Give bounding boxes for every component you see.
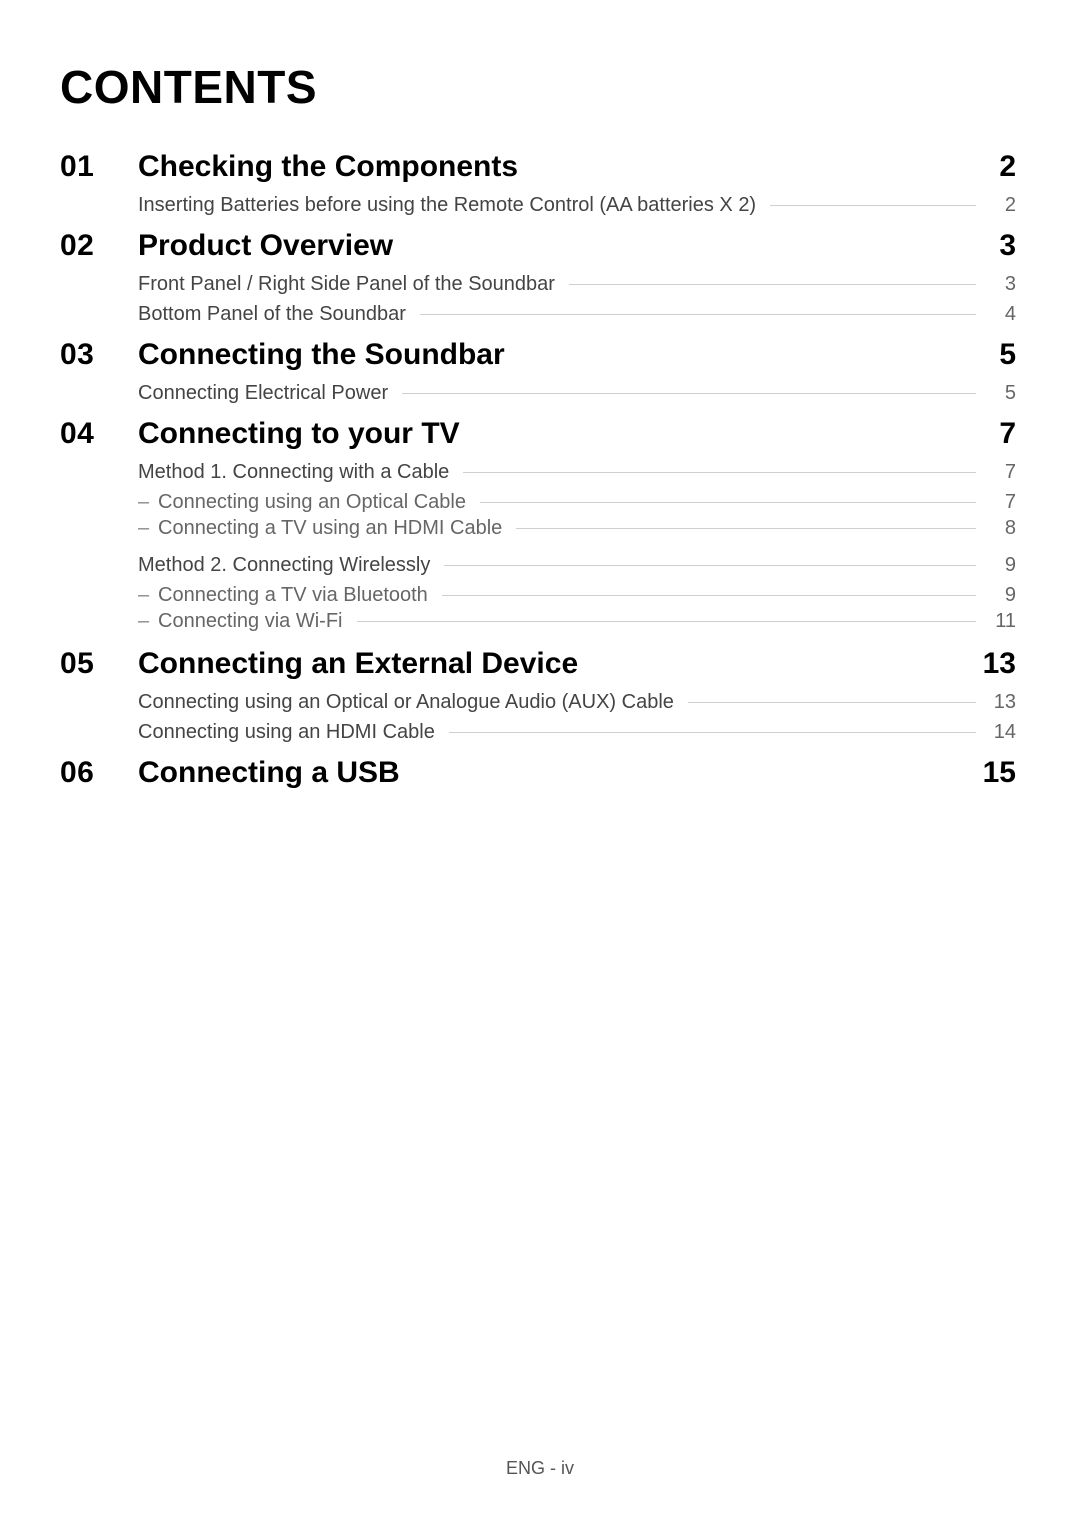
leader-line [442, 595, 976, 596]
toc-section-head[interactable]: 02 Product Overview 3 [60, 229, 1016, 263]
toc-sub-row[interactable]: Connecting Electrical Power 5 [138, 382, 1016, 405]
toc-sub-page: 2 [990, 194, 1016, 217]
toc-sub-row[interactable]: Connecting using an Optical or Analogue … [138, 691, 1016, 714]
leader-line [688, 702, 976, 703]
section-title: Connecting the Soundbar [138, 338, 948, 372]
section-number: 01 [60, 150, 110, 184]
toc-subsub-label: –Connecting a TV via Bluetooth [138, 584, 428, 607]
leader-line [463, 472, 976, 473]
dash-icon: – [138, 610, 158, 633]
toc-section: 06 Connecting a USB 15 [60, 756, 1016, 790]
leader-line [402, 393, 976, 394]
toc-subsub-page: 9 [990, 584, 1016, 607]
toc-subsub-label: –Connecting via Wi-Fi [138, 610, 343, 633]
section-page: 7 [976, 417, 1016, 451]
toc-subsub-row[interactable]: –Connecting via Wi-Fi 11 [138, 610, 1016, 633]
toc-sub-page: 7 [990, 461, 1016, 484]
toc-section: 05 Connecting an External Device 13 Conn… [60, 647, 1016, 744]
toc-sub-label: Bottom Panel of the Soundbar [138, 303, 406, 326]
toc-sub-label: Inserting Batteries before using the Rem… [138, 194, 756, 217]
section-page: 2 [976, 150, 1016, 184]
toc-section: 02 Product Overview 3 Front Panel / Righ… [60, 229, 1016, 326]
toc-sub-row[interactable]: Bottom Panel of the Soundbar 4 [138, 303, 1016, 326]
section-title: Checking the Components [138, 150, 948, 184]
dash-icon: – [138, 584, 158, 607]
page-title: CONTENTS [60, 60, 1016, 114]
leader-line [449, 732, 976, 733]
leader-line [444, 565, 976, 566]
toc-sub-row[interactable]: Front Panel / Right Side Panel of the So… [138, 273, 1016, 296]
toc-section: 04 Connecting to your TV 7 Method 1. Con… [60, 417, 1016, 633]
toc-section-head[interactable]: 01 Checking the Components 2 [60, 150, 1016, 184]
dash-icon: – [138, 491, 158, 514]
toc-subsub-row[interactable]: –Connecting a TV via Bluetooth 9 [138, 584, 1016, 607]
toc-section: 01 Checking the Components 2 Inserting B… [60, 150, 1016, 217]
toc-sub-label: Method 1. Connecting with a Cable [138, 461, 449, 484]
section-number: 03 [60, 338, 110, 372]
toc-section-head[interactable]: 03 Connecting the Soundbar 5 [60, 338, 1016, 372]
section-title: Connecting an External Device [138, 647, 948, 681]
section-title: Product Overview [138, 229, 948, 263]
toc-sub-page: 5 [990, 382, 1016, 405]
page-footer: ENG - iv [0, 1458, 1080, 1479]
toc-sub-row[interactable]: Inserting Batteries before using the Rem… [138, 194, 1016, 217]
section-number: 04 [60, 417, 110, 451]
section-page: 5 [976, 338, 1016, 372]
leader-line [569, 284, 976, 285]
toc-section-head[interactable]: 05 Connecting an External Device 13 [60, 647, 1016, 681]
toc-sub-label: Connecting Electrical Power [138, 382, 388, 405]
toc-subsub-page: 11 [990, 610, 1016, 633]
toc-subsub-row[interactable]: –Connecting a TV using an HDMI Cable 8 [138, 517, 1016, 540]
leader-line [516, 528, 976, 529]
toc-section-head[interactable]: 04 Connecting to your TV 7 [60, 417, 1016, 451]
toc-section-head[interactable]: 06 Connecting a USB 15 [60, 756, 1016, 790]
toc-sub-page: 3 [990, 273, 1016, 296]
toc-sub-row[interactable]: Method 1. Connecting with a Cable 7 [138, 461, 1016, 484]
section-number: 05 [60, 647, 110, 681]
toc-sub-page: 13 [990, 691, 1016, 714]
leader-line [357, 621, 976, 622]
leader-line [770, 205, 976, 206]
toc-sub-label: Front Panel / Right Side Panel of the So… [138, 273, 555, 296]
leader-line [480, 502, 976, 503]
section-page: 15 [976, 756, 1016, 790]
toc-subsub-row[interactable]: –Connecting using an Optical Cable 7 [138, 491, 1016, 514]
toc-section: 03 Connecting the Soundbar 5 Connecting … [60, 338, 1016, 405]
section-number: 02 [60, 229, 110, 263]
toc-sub-label: Connecting using an Optical or Analogue … [138, 691, 674, 714]
toc-sub-row[interactable]: Connecting using an HDMI Cable 14 [138, 721, 1016, 744]
section-number: 06 [60, 756, 110, 790]
toc-sub-page: 14 [990, 721, 1016, 744]
dash-icon: – [138, 517, 158, 540]
toc-subsub-label: –Connecting using an Optical Cable [138, 491, 466, 514]
toc-sub-label: Method 2. Connecting Wirelessly [138, 554, 430, 577]
section-title: Connecting to your TV [138, 417, 948, 451]
section-page: 13 [976, 647, 1016, 681]
toc-subsub-label: –Connecting a TV using an HDMI Cable [138, 517, 502, 540]
table-of-contents: 01 Checking the Components 2 Inserting B… [60, 150, 1016, 790]
toc-sub-page: 9 [990, 554, 1016, 577]
section-title: Connecting a USB [138, 756, 948, 790]
toc-sub-label: Connecting using an HDMI Cable [138, 721, 435, 744]
toc-subsub-page: 8 [990, 517, 1016, 540]
toc-subsub-page: 7 [990, 491, 1016, 514]
section-page: 3 [976, 229, 1016, 263]
toc-sub-page: 4 [990, 303, 1016, 326]
leader-line [420, 314, 976, 315]
toc-sub-row[interactable]: Method 2. Connecting Wirelessly 9 [138, 554, 1016, 577]
